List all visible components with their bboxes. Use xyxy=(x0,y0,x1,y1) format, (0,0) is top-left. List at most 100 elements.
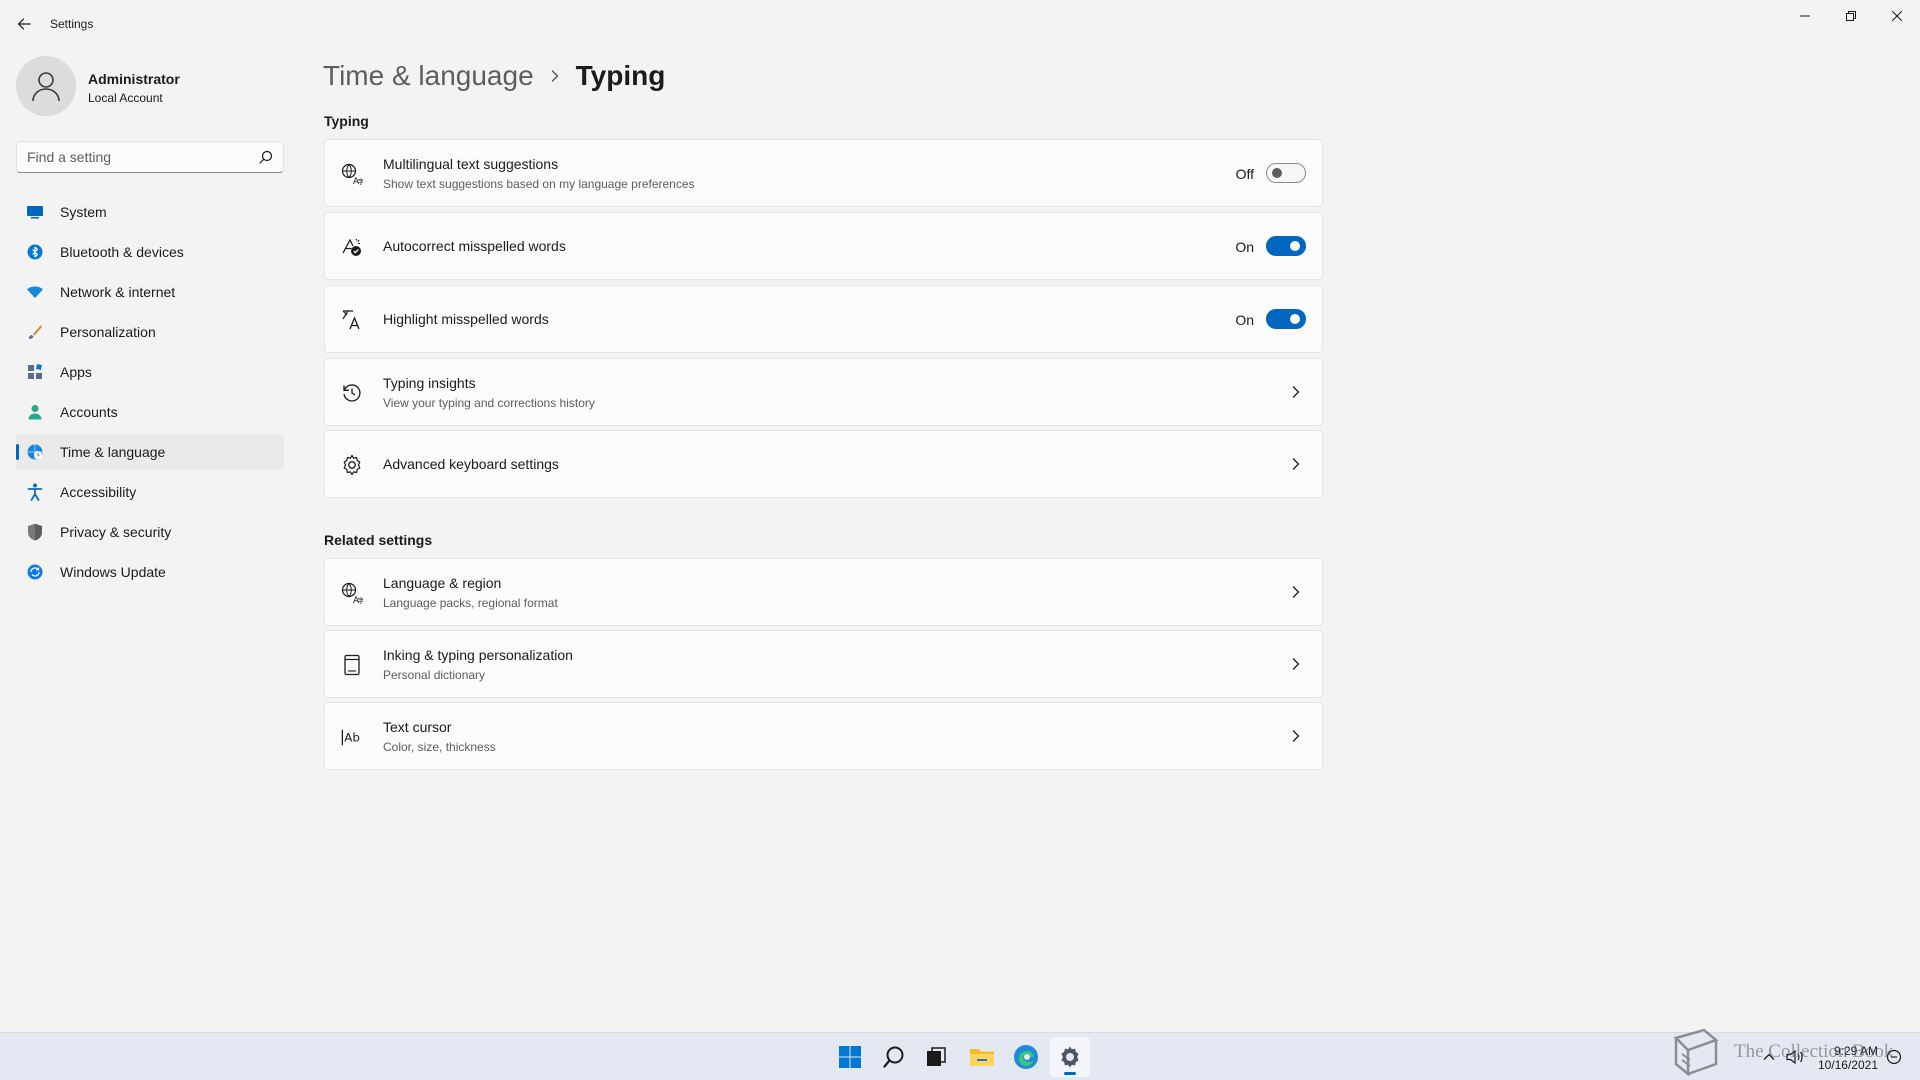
toggle-knob xyxy=(1290,241,1300,251)
highlight-misspelled-toggle[interactable] xyxy=(1266,309,1306,329)
sidebar-item-label: System xyxy=(60,204,107,220)
task-view-icon xyxy=(927,1047,946,1066)
taskbar-file-explorer-button[interactable] xyxy=(962,1037,1002,1077)
taskbar-task-view-button[interactable] xyxy=(916,1037,956,1077)
start-icon xyxy=(839,1046,861,1068)
setting-subtitle: View your typing and corrections history xyxy=(383,396,595,410)
sidebar-item-network[interactable]: Network & internet xyxy=(16,274,284,310)
breadcrumb: Time & language Typing xyxy=(323,56,665,96)
chevron-right-icon xyxy=(548,69,562,83)
search-icon[interactable] xyxy=(259,150,273,164)
sidebar-item-personalization[interactable]: Personalization xyxy=(16,314,284,350)
arrow-left-icon xyxy=(17,18,31,30)
minimize-button[interactable] xyxy=(1782,0,1828,32)
restore-icon xyxy=(1846,11,1856,21)
taskbar-settings-button[interactable] xyxy=(1050,1037,1090,1077)
search-box xyxy=(16,141,284,173)
chevron-right-icon xyxy=(1290,585,1302,599)
chevron-right-icon xyxy=(1290,729,1302,743)
setting-language-region[interactable]: A字 Language & region Language packs, reg… xyxy=(324,558,1323,626)
setting-advanced-keyboard[interactable]: Advanced keyboard settings xyxy=(324,430,1323,498)
close-button[interactable] xyxy=(1874,0,1920,32)
sidebar-item-label: Bluetooth & devices xyxy=(60,244,184,260)
app-title: Settings xyxy=(50,17,94,31)
notebook-icon xyxy=(341,654,363,676)
toggle-state-label: On xyxy=(1235,239,1254,255)
sidebar-item-label: Apps xyxy=(60,364,92,380)
setting-title: Language & region xyxy=(383,575,502,591)
title-bar: Settings xyxy=(0,0,1920,48)
sidebar-item-label: Network & internet xyxy=(60,284,176,300)
toggle-knob xyxy=(1272,168,1282,178)
sidebar-nav: System Bluetooth & devices Network & int… xyxy=(16,194,284,594)
sidebar-item-accessibility[interactable]: Accessibility xyxy=(16,474,284,510)
setting-text-cursor[interactable]: Ab Text cursor Color, size, thickness xyxy=(324,702,1323,770)
gear-icon xyxy=(341,454,363,476)
back-button[interactable] xyxy=(12,12,36,36)
sidebar-item-label: Windows Update xyxy=(60,564,166,580)
minimize-icon xyxy=(1800,15,1810,17)
language-suggest-icon: A字 xyxy=(341,163,363,185)
setting-inking-typing[interactable]: Inking & typing personalization Personal… xyxy=(324,630,1323,698)
sidebar-item-system[interactable]: System xyxy=(16,194,284,230)
account-type: Local Account xyxy=(88,91,163,105)
page-title: Typing xyxy=(575,60,666,91)
section-title-related: Related settings xyxy=(324,532,433,548)
book-icon xyxy=(1673,1028,1719,1077)
sidebar-item-bluetooth[interactable]: Bluetooth & devices xyxy=(16,234,284,270)
taskbar-search-button[interactable] xyxy=(874,1037,914,1077)
section-title-typing: Typing xyxy=(324,113,369,129)
setting-subtitle: Color, size, thickness xyxy=(383,740,496,754)
setting-subtitle: Show text suggestions based on my langua… xyxy=(383,177,695,191)
sidebar-item-time-language[interactable]: Time & language xyxy=(16,434,284,470)
breadcrumb-parent[interactable]: Time & language xyxy=(323,60,534,92)
autocorrect-icon xyxy=(341,236,363,258)
avatar xyxy=(16,56,76,116)
setting-highlight-misspelled: Highlight misspelled words On xyxy=(324,285,1323,353)
search-input[interactable] xyxy=(17,142,247,172)
wifi-icon xyxy=(26,283,44,301)
settings-icon xyxy=(1061,1046,1079,1068)
globe-clock-icon xyxy=(26,443,44,461)
setting-subtitle: Language packs, regional format xyxy=(383,596,558,610)
brush-icon xyxy=(26,323,44,341)
shield-icon xyxy=(26,523,44,541)
person-icon xyxy=(26,403,44,421)
setting-title: Advanced keyboard settings xyxy=(383,456,559,472)
setting-title: Autocorrect misspelled words xyxy=(383,238,566,254)
language-icon: A字 xyxy=(341,582,363,604)
sidebar-item-apps[interactable]: Apps xyxy=(16,354,284,390)
watermark-text: The Collection Book xyxy=(1734,1041,1894,1062)
bluetooth-icon xyxy=(26,243,44,261)
chevron-right-icon xyxy=(1290,457,1302,471)
svg-text:字: 字 xyxy=(358,596,364,604)
taskbar-edge-button[interactable] xyxy=(1006,1037,1046,1077)
chevron-right-icon xyxy=(1290,657,1302,671)
text-cursor-icon: Ab xyxy=(341,726,363,748)
setting-title: Inking & typing personalization xyxy=(383,647,573,663)
sidebar-item-label: Personalization xyxy=(60,324,156,340)
watermark: The Collection Book xyxy=(1668,1028,1898,1077)
settings-window: Settings Administrator Local Account Sys… xyxy=(0,0,1920,1080)
sidebar-item-label: Accounts xyxy=(60,404,118,420)
sidebar-item-label: Time & language xyxy=(60,444,166,460)
edge-icon xyxy=(1014,1045,1038,1069)
close-icon xyxy=(1892,11,1902,21)
sidebar-item-privacy[interactable]: Privacy & security xyxy=(16,514,284,550)
sidebar-item-windows-update[interactable]: Windows Update xyxy=(16,554,284,590)
toggle-state-label: On xyxy=(1235,312,1254,328)
sidebar-item-label: Privacy & security xyxy=(60,524,172,540)
restore-button[interactable] xyxy=(1828,0,1874,32)
setting-subtitle: Personal dictionary xyxy=(383,668,486,682)
multilingual-suggestions-toggle[interactable] xyxy=(1266,163,1306,183)
taskbar-start-button[interactable] xyxy=(830,1037,870,1077)
toggle-knob xyxy=(1290,314,1300,324)
text-cursor-icon-label: Ab xyxy=(344,731,360,745)
sidebar-item-accounts[interactable]: Accounts xyxy=(16,394,284,430)
setting-typing-insights[interactable]: Typing insights View your typing and cor… xyxy=(324,358,1323,426)
person-outline-icon xyxy=(32,72,60,102)
autocorrect-toggle[interactable] xyxy=(1266,236,1306,256)
setting-autocorrect: Autocorrect misspelled words On xyxy=(324,212,1323,280)
setting-title: Text cursor xyxy=(383,719,452,735)
user-profile[interactable]: Administrator Local Account xyxy=(16,56,286,118)
